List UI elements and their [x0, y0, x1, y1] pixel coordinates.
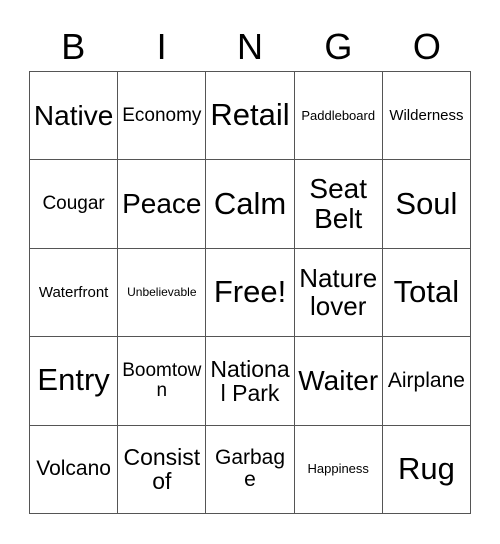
- bingo-cell[interactable]: Nature lover: [294, 248, 383, 338]
- bingo-cell[interactable]: Native: [30, 72, 119, 161]
- bingo-row: Volcano Consist of Garbage Happiness Rug: [30, 425, 472, 515]
- bingo-cell-label: Consist of: [123, 443, 201, 495]
- bingo-cell-label: Native: [33, 99, 114, 131]
- bingo-header-letters: B I N G O: [29, 22, 471, 71]
- bingo-row: Waterfront Unbelievable Free! Nature lov…: [30, 248, 472, 338]
- bingo-cell[interactable]: Boomtown: [118, 337, 207, 426]
- bingo-cell[interactable]: Entry: [30, 337, 119, 426]
- bingo-cell-label: Waiter: [298, 365, 379, 397]
- header-letter-i: I: [156, 25, 167, 67]
- header-letter-b: B: [61, 25, 86, 67]
- bingo-cell[interactable]: Total: [382, 248, 472, 338]
- bingo-cell-label: Soul: [395, 185, 458, 221]
- bingo-cell-label: Seat Belt: [309, 173, 368, 235]
- bingo-cell[interactable]: Happiness: [294, 425, 383, 515]
- bingo-row: Cougar Peace Calm Seat Belt Soul: [30, 160, 472, 249]
- bingo-cell[interactable]: Waiter: [294, 337, 383, 426]
- bingo-cell-label: Nature lover: [299, 262, 378, 321]
- bingo-cell[interactable]: Rug: [382, 425, 472, 515]
- bingo-cell[interactable]: Retail: [206, 72, 295, 161]
- bingo-cell[interactable]: Soul: [382, 160, 472, 249]
- bingo-cell-label: Rug: [397, 450, 455, 486]
- bingo-cell-label: Total: [393, 274, 460, 310]
- bingo-cell[interactable]: Waterfront: [30, 248, 119, 338]
- bingo-cell-label: Waterfront: [38, 283, 109, 301]
- bingo-cell[interactable]: Paddleboard: [294, 72, 383, 161]
- bingo-cell-label: Free!: [213, 274, 287, 310]
- bingo-cell[interactable]: Seat Belt: [294, 160, 383, 249]
- bingo-card: B I N G O Native Economy Retail Paddlebo…: [0, 0, 500, 544]
- bingo-cell-label: National Park: [210, 355, 290, 406]
- bingo-cell[interactable]: National Park: [206, 337, 295, 426]
- bingo-cell[interactable]: Economy: [118, 72, 207, 161]
- bingo-cell-label: Economy: [122, 104, 202, 126]
- bingo-grid: Native Economy Retail Paddleboard Wilder…: [29, 71, 472, 515]
- bingo-cell-label: Happiness: [307, 461, 369, 477]
- bingo-cell-label: Calm: [213, 185, 287, 221]
- bingo-cell-label: Paddleboard: [301, 107, 376, 123]
- bingo-cell[interactable]: Calm: [206, 160, 295, 249]
- bingo-cell[interactable]: Airplane: [382, 337, 472, 426]
- header-letter-n: N: [237, 25, 264, 67]
- bingo-cell-label: Wilderness: [389, 106, 464, 124]
- bingo-cell-label: Volcano: [36, 457, 111, 481]
- bingo-cell-label: Boomtown: [122, 359, 202, 401]
- bingo-cell-label: Cougar: [42, 193, 105, 215]
- bingo-cell-free[interactable]: Free!: [206, 248, 295, 338]
- bingo-cell[interactable]: Cougar: [30, 160, 119, 249]
- header-letter-o: O: [412, 25, 441, 67]
- header-letter-g: G: [324, 25, 353, 67]
- bingo-cell[interactable]: Wilderness: [382, 72, 472, 161]
- bingo-cell-label: Peace: [122, 188, 202, 220]
- bingo-cell-label: Airplane: [387, 368, 465, 392]
- bingo-cell-label: Retail: [210, 97, 290, 133]
- bingo-cell-label: Entry: [37, 362, 110, 398]
- bingo-cell-label: Garbage: [214, 446, 286, 492]
- bingo-cell[interactable]: Volcano: [30, 425, 119, 515]
- bingo-cell[interactable]: Consist of: [118, 425, 207, 515]
- bingo-row: Entry Boomtown National Park Waiter Airp…: [30, 337, 472, 426]
- bingo-cell-label: Unbelievable: [127, 285, 197, 300]
- bingo-cell[interactable]: Garbage: [206, 425, 295, 515]
- bingo-row: Native Economy Retail Paddleboard Wilder…: [30, 72, 472, 161]
- bingo-cell[interactable]: Peace: [118, 160, 207, 249]
- bingo-cell[interactable]: Unbelievable: [118, 248, 207, 338]
